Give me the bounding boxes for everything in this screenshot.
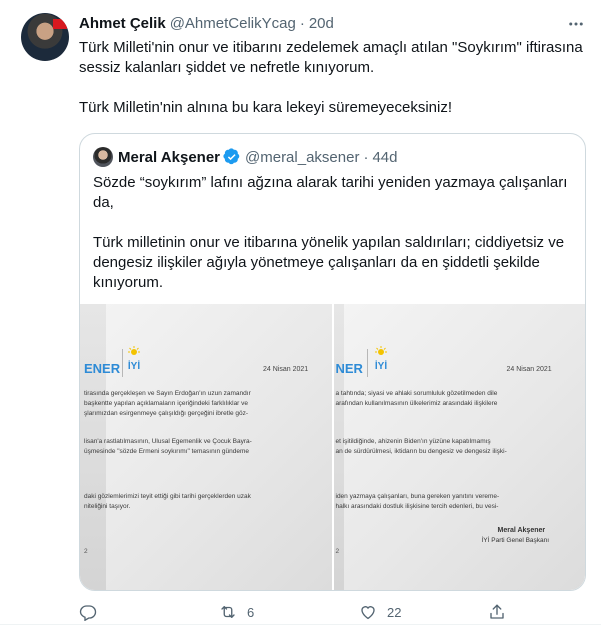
quoted-tweet-header: Meral Akşener @meral_aksener · 44d	[118, 146, 397, 168]
quoted-media-gallery: ENER İYİ 24 Nisan 2021 tirasında gerçekl…	[80, 304, 585, 590]
reply-icon	[79, 605, 97, 621]
reply-button[interactable]	[79, 602, 107, 622]
document-date: 24 Nisan 2021	[263, 366, 309, 373]
tweet-text-paragraph-1: Türk Milleti'nin onur ve itibarını zedel…	[79, 39, 583, 76]
tweet[interactable]: Ahmet Çelik @AhmetCelikYcag · 20d Türk M…	[0, 0, 601, 625]
signature-name: Meral Akşener	[497, 527, 546, 534]
quoted-timestamp: 44d	[372, 148, 398, 166]
svg-text:İYİ: İYİ	[374, 359, 386, 372]
document-page-number: 2	[84, 548, 88, 555]
document-line: iden yazmaya çalışanları, buna gereken y…	[335, 493, 500, 500]
document-line: lisan'a rastlatılmasının, Ulusal Egemenl…	[84, 438, 252, 445]
document-line: daki gözlemlerimizi teyit ettiği gibi ta…	[84, 493, 251, 500]
tweet-actions: 6 22	[79, 602, 539, 622]
quoted-tweet-text: Sözde “soykırım” lafını ağzına alarak ta…	[93, 173, 578, 293]
quoted-author-avatar	[93, 147, 113, 167]
document-line: a tahtında; siyasi ve ahlaki sorumluluk …	[335, 390, 498, 397]
tweet-header: Ahmet Çelik @AhmetCelikYcag · 20d	[79, 13, 334, 33]
heart-icon	[361, 606, 375, 620]
retweet-count: 6	[247, 604, 255, 620]
document-page-number: 2	[335, 548, 340, 555]
like-button[interactable]: 22	[359, 602, 401, 622]
like-count: 22	[387, 604, 402, 620]
document-line: et işitildiğinde, ahizenin Biden'ın yüzü…	[335, 438, 491, 445]
quoted-author-handle: @meral_aksener	[245, 148, 360, 166]
author-name[interactable]: Ahmet Çelik	[79, 15, 166, 32]
quoted-author-name: Meral Akşener	[118, 148, 220, 166]
document-date: 24 Nisan 2021	[506, 366, 552, 373]
quoted-text-paragraph-2: Türk milletinin onur ve itibarına yöneli…	[93, 234, 565, 291]
document-line: arafından kullanılmasının ülkelerimiz ar…	[335, 400, 498, 407]
tweet-text-paragraph-2: Türk Milletin'nin alnına bu kara lekeyi …	[79, 99, 453, 116]
document-line: niteliğini taşıyor.	[84, 503, 131, 510]
quoted-tweet[interactable]: Meral Akşener @meral_aksener · 44d Sözde…	[79, 133, 586, 591]
document-line: halkı arasındaki dostluk ilişkisine terc…	[335, 503, 499, 510]
signature-title: İYİ Parti Genel Başkanı	[481, 537, 550, 544]
iyi-party-logo-icon: İYİ	[374, 346, 387, 372]
author-handle[interactable]: @AhmetCelikYcag	[170, 15, 296, 32]
svg-text:İYİ: İYİ	[128, 359, 140, 372]
document-line: şlarımızdan esirgenmeye çalışıldığı gerç…	[84, 410, 249, 417]
more-options-icon[interactable]	[567, 15, 585, 33]
retweet-icon	[221, 606, 235, 618]
tweet-timestamp[interactable]: 20d	[309, 15, 334, 32]
iyi-party-logo-icon: İYİ	[128, 346, 140, 372]
document-line: başkentte yapılan açıklamaların içeriğin…	[84, 400, 249, 407]
share-button[interactable]	[488, 602, 506, 622]
quoted-separator-dot: ·	[363, 148, 369, 166]
party-logo-text: NER	[335, 361, 363, 376]
document-line: an de sürdürülmesi, iktidarın bu dengesi…	[335, 448, 507, 455]
media-image-right[interactable]: NER İYİ 24 Nisan 2021 a tahtında; siyasi…	[333, 304, 585, 590]
document-line: tirasında gerçekleşen ve Sayın Erdoğan'ı…	[84, 390, 251, 397]
share-icon	[490, 604, 504, 619]
verified-badge-icon	[223, 148, 240, 165]
tweet-text: Türk Milleti'nin onur ve itibarını zedel…	[79, 38, 584, 118]
document-line: üşmesinde "sözde Ermeni soykırımı" temas…	[84, 448, 250, 455]
media-image-left[interactable]: ENER İYİ 24 Nisan 2021 tirasında gerçekl…	[80, 304, 332, 590]
party-logo-text: ENER	[84, 361, 121, 376]
separator-dot: ·	[299, 14, 305, 32]
quoted-text-paragraph-1: Sözde “soykırım” lafını ağzına alarak ta…	[93, 174, 568, 211]
author-avatar[interactable]	[21, 13, 69, 61]
retweet-button[interactable]: 6	[219, 602, 254, 622]
